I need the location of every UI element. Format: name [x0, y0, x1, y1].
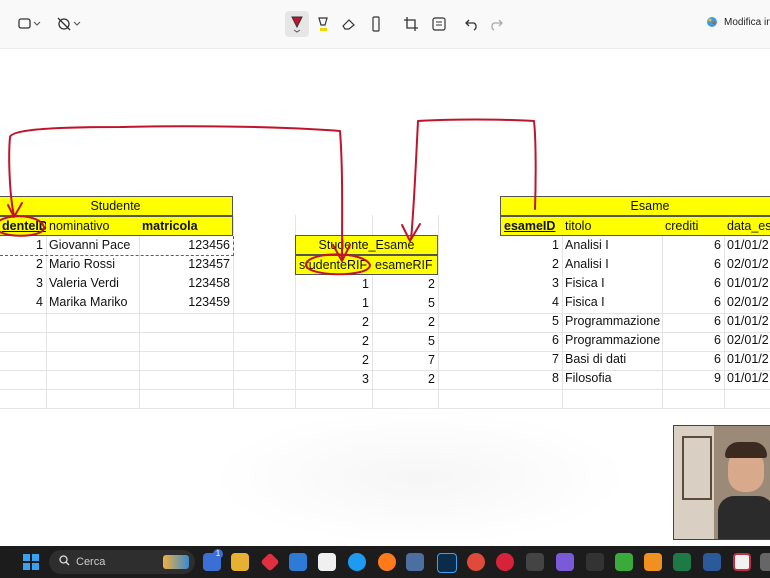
rectangle-select-icon[interactable] [14, 11, 44, 37]
edge-icon[interactable] [348, 553, 366, 571]
snipping-toolbar: Modifica in [0, 0, 770, 49]
camtasia-icon[interactable] [615, 553, 633, 571]
search-icon [59, 555, 70, 569]
ink-link-studente [8, 125, 344, 260]
pen-icon[interactable] [285, 11, 309, 37]
photoshop-icon[interactable] [437, 553, 457, 573]
timer-off-icon[interactable] [54, 11, 84, 37]
text-extract-icon[interactable] [428, 11, 450, 37]
trello-icon[interactable] [289, 553, 307, 571]
vlc-icon[interactable] [644, 553, 662, 571]
app-icon[interactable] [586, 553, 604, 571]
paint-icon [707, 17, 717, 27]
notification-badge: 1 [213, 549, 223, 559]
vscode-icon[interactable] [703, 553, 721, 571]
firefox-icon[interactable] [378, 553, 396, 571]
screenshot-canvas: Studente denteID nominativo matricola 1G… [0, 49, 770, 546]
edit-in-label: Modifica in [724, 16, 770, 28]
virtualbox-icon[interactable] [406, 553, 424, 571]
windows-start-icon[interactable] [22, 553, 40, 571]
git-icon[interactable] [260, 552, 280, 572]
gamepad-icon[interactable] [556, 553, 574, 571]
excel-icon[interactable] [673, 553, 691, 571]
snipping-tool-icon[interactable] [733, 553, 751, 571]
ruler-icon[interactable] [366, 11, 386, 37]
redo-icon[interactable] [485, 11, 507, 37]
edit-in-paint-button[interactable]: Modifica in [706, 16, 770, 28]
typora-icon[interactable] [318, 553, 336, 571]
webcam-overlay [673, 425, 770, 540]
canvas-shade [210, 409, 630, 546]
ink-strokes [0, 118, 537, 276]
crop-icon[interactable] [400, 11, 422, 37]
taskbar-search[interactable]: Cerca [49, 550, 195, 574]
search-highlight-icon [163, 555, 189, 569]
ink-link-esame [410, 118, 537, 240]
windows-taskbar: Cerca 1 [0, 546, 770, 578]
media-player-icon[interactable] [496, 553, 514, 571]
overflow-icon[interactable] [760, 553, 770, 571]
unity-icon[interactable] [526, 553, 544, 571]
chrome-icon[interactable] [467, 553, 485, 571]
ink-circle-studenteid [0, 215, 45, 237]
ink-circle-studenterif [305, 253, 371, 276]
eraser-icon[interactable] [338, 11, 360, 37]
file-explorer-icon[interactable] [231, 553, 249, 571]
undo-icon[interactable] [461, 11, 483, 37]
search-placeholder: Cerca [76, 556, 106, 568]
ink-arrow-studente [7, 202, 23, 218]
highlighter-icon[interactable] [312, 11, 334, 37]
